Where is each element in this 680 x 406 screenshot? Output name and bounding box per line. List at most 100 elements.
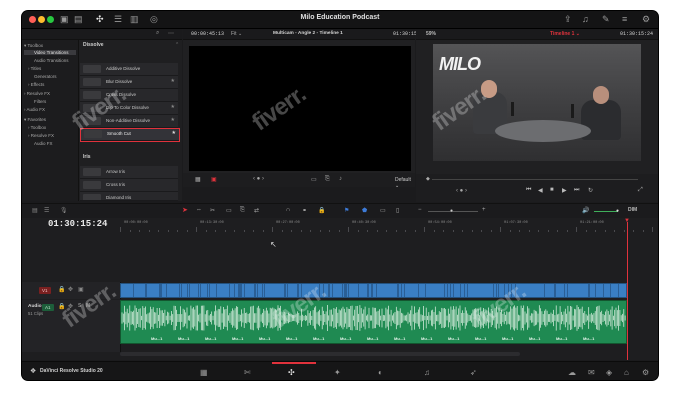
tree-item-fav-audio-fx[interactable]: Audio FX: [34, 141, 53, 146]
home-icon[interactable]: ⌂: [624, 368, 629, 377]
tree-item-resolve-fx[interactable]: › Resolve FX: [24, 91, 50, 96]
zoom-full-icon[interactable]: ▭: [380, 207, 386, 214]
video-clip[interactable]: [120, 283, 627, 298]
layout-icon[interactable]: ▤: [32, 207, 38, 214]
replace-clip-icon[interactable]: ⇄: [254, 207, 259, 214]
fx-non-additive-dissolve[interactable]: Non-Additive Dissolve ★: [80, 115, 178, 128]
speaker-icon[interactable]: 🔊: [582, 207, 589, 214]
auto-select-icon[interactable]: ✥: [68, 286, 73, 293]
mute-icon[interactable]: M: [86, 303, 90, 309]
list-icon[interactable]: ☰: [44, 207, 49, 214]
a1-label[interactable]: A1: [42, 304, 54, 311]
tree-item-audio-fx[interactable]: › Audio FX: [24, 107, 45, 112]
stop-icon[interactable]: ■: [550, 187, 554, 193]
cut-page-icon[interactable]: ✄: [244, 368, 251, 377]
reverse-play-icon[interactable]: ◀: [538, 187, 543, 194]
edit-page-icon[interactable]: ✣: [288, 368, 295, 377]
source-video-frame[interactable]: [189, 46, 411, 171]
zoom-detail-icon[interactable]: ▯: [396, 207, 399, 214]
linked-selection-icon[interactable]: ⚭: [302, 207, 307, 214]
blade-tool-icon[interactable]: ✂: [210, 207, 215, 214]
star-icon[interactable]: ★: [171, 104, 175, 110]
flag-icon[interactable]: ⚑: [344, 207, 349, 214]
volume-slider[interactable]: [594, 211, 618, 212]
insert-clip-icon[interactable]: ▭: [226, 207, 232, 214]
inspector-icon[interactable]: ≡: [622, 14, 627, 25]
scrubber-bar[interactable]: [432, 179, 638, 180]
clip-type-icon[interactable]: ▣: [211, 176, 217, 183]
timeline-name-dropdown[interactable]: Timeline 1 ⌄: [550, 31, 580, 37]
fx-cross-iris[interactable]: Cross Iris: [80, 179, 178, 192]
empty-track-area[interactable]: [120, 232, 658, 282]
fullscreen-icon[interactable]: ⤢: [638, 187, 643, 194]
play-icon[interactable]: ▶: [562, 187, 567, 194]
view-mode-dropdown[interactable]: Default ⌄: [395, 177, 415, 189]
search-icon[interactable]: ⌕: [156, 30, 159, 37]
timeline-video-frame[interactable]: MILO: [433, 44, 641, 161]
zoom-slider-handle-icon[interactable]: ●: [450, 208, 453, 214]
zoom-out-icon[interactable]: −: [418, 207, 422, 213]
color-page-icon[interactable]: ◐: [378, 368, 383, 377]
monitor-icon[interactable]: ▦: [195, 176, 201, 183]
fusion-page-icon[interactable]: ✦: [334, 368, 341, 377]
tree-item-audio-transitions[interactable]: Audio Transitions: [34, 58, 69, 63]
tree-item-titles[interactable]: › Titles: [28, 66, 41, 71]
scrubber-handle-icon[interactable]: ◆: [426, 176, 430, 182]
media-page-icon[interactable]: ▦: [200, 368, 208, 377]
snapping-icon[interactable]: ∩: [286, 207, 290, 213]
zoom-level[interactable]: 59%: [426, 31, 436, 37]
overwrite-icon[interactable]: ⎘: [325, 176, 330, 183]
overwrite-clip-icon[interactable]: ⎘: [240, 207, 245, 214]
dim-button[interactable]: DIM: [628, 207, 637, 213]
deliver-page-icon[interactable]: ➶: [470, 368, 477, 377]
fx-additive-dissolve[interactable]: Additive Dissolve: [80, 63, 178, 76]
insert-icon[interactable]: ▭: [311, 176, 317, 183]
playhead[interactable]: [627, 222, 628, 360]
tree-item-generators[interactable]: Generators: [34, 74, 57, 79]
solo-icon[interactable]: S: [78, 303, 81, 309]
position-lock-icon[interactable]: 🔒: [318, 207, 325, 214]
lock-track-icon[interactable]: 🔒: [58, 286, 65, 293]
star-icon[interactable]: ★: [172, 130, 176, 136]
fx-diamond-iris[interactable]: Diamond Iris: [80, 192, 178, 201]
fx-cross-dissolve[interactable]: Cross Dissolve: [80, 89, 178, 102]
v1-label[interactable]: V1: [39, 287, 51, 294]
audio-auto-select-icon[interactable]: ✥: [68, 303, 73, 310]
playhead-handle-icon[interactable]: ▼: [624, 218, 630, 224]
jog-icon[interactable]: ‹ ● ›: [253, 176, 264, 182]
tree-item-favorites[interactable]: ▾ Favorites: [24, 117, 46, 123]
layers-icon[interactable]: ◈: [606, 368, 612, 377]
microphone-icon[interactable]: 🎙: [60, 207, 68, 214]
trim-tool-icon[interactable]: ⇔: [196, 207, 202, 213]
options-icon[interactable]: ⋯: [168, 30, 174, 37]
audio-clip[interactable]: Mu...1 Mu...1 Mu...1 Mu...1 Mu...1 Mu...1 Mu..…: [120, 300, 627, 344]
timeline-scrollbar[interactable]: [120, 352, 520, 356]
settings-icon[interactable]: ⚙: [642, 14, 650, 25]
star-icon[interactable]: ★: [171, 78, 175, 84]
zoom-in-icon[interactable]: +: [482, 207, 486, 213]
video-enable-icon[interactable]: ▣: [78, 286, 84, 293]
selection-tool-icon[interactable]: ➤: [182, 206, 188, 214]
mixer-icon[interactable]: ♫: [582, 14, 589, 25]
marker-icon[interactable]: ⬟: [362, 207, 367, 214]
upload-icon[interactable]: ⇪: [564, 14, 572, 25]
tree-item-filters[interactable]: Filters: [34, 99, 46, 104]
tree-item-toolbox[interactable]: ▾ Toolbox: [24, 43, 43, 49]
project-settings-icon[interactable]: ⚙: [642, 368, 649, 377]
loop-icon[interactable]: ↻: [588, 187, 593, 194]
tree-item-effects[interactable]: › Effects: [28, 82, 44, 87]
volume-slider-handle-icon[interactable]: ●: [616, 208, 619, 214]
collapse-dissolve-icon[interactable]: ⌃: [175, 42, 179, 48]
star-icon[interactable]: ★: [171, 117, 175, 123]
fairlight-page-icon[interactable]: ♫: [424, 368, 430, 377]
skip-forward-icon[interactable]: ⏭: [574, 187, 579, 194]
chat-icon[interactable]: ✉: [588, 368, 595, 377]
jog-control-icon[interactable]: ‹ ● ›: [456, 188, 467, 194]
tree-item-fav-resolve-fx[interactable]: › Resolve FX: [28, 133, 54, 138]
metadata-icon[interactable]: ✎: [602, 14, 610, 25]
lock-audio-icon[interactable]: 🔒: [58, 303, 65, 310]
skip-back-icon[interactable]: ⏮: [526, 187, 531, 194]
fit-dropdown[interactable]: Fit ⌄: [231, 31, 242, 37]
tree-item-video-transitions[interactable]: Video Transitions: [24, 50, 76, 55]
fx-smooth-cut[interactable]: Smooth Cut ★: [80, 128, 180, 142]
